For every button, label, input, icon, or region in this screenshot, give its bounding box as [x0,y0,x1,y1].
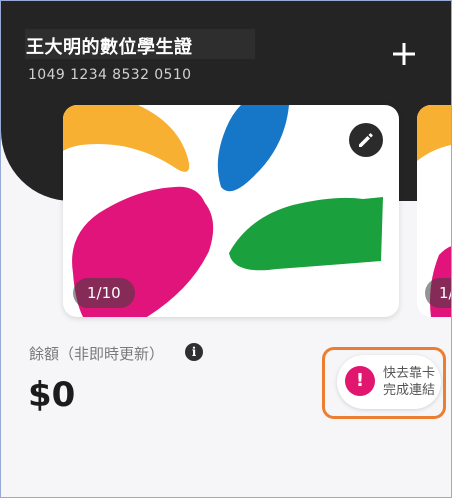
tap-prompt-line2: 完成連結 [383,383,436,398]
add-card-button[interactable] [389,39,419,69]
balance-label: 餘額（非即時更新） [29,345,165,363]
tap-to-link-button[interactable]: ! 快去靠卡 完成連結 [337,355,441,409]
card-name: 王大明的數位學生證 [26,37,193,58]
next-card-page-indicator: 1/ [425,278,451,308]
card-page-indicator: 1/10 [73,278,135,308]
tap-prompt-line1: 快去靠卡 [383,366,436,381]
edit-card-button[interactable] [349,123,383,157]
exclamation-icon: ! [345,366,375,396]
student-card[interactable]: 1/10 [63,105,399,317]
app-screen: 王大明的數位學生證 1049 1234 8532 0510 1/ [0,0,452,498]
plus-icon [393,43,415,65]
card-number: 1049 1234 8532 0510 [28,67,192,83]
pencil-icon [359,133,373,147]
next-card-preview[interactable]: 1/ [417,105,451,317]
balance-value: $0 [28,375,76,415]
info-icon[interactable]: i [185,343,203,361]
tap-prompt-text: 快去靠卡 完成連結 [383,365,435,399]
